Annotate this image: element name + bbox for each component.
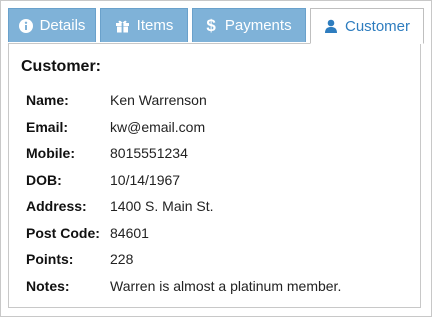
field-row-points: Points: 228	[26, 246, 341, 273]
field-label: Points:	[26, 251, 74, 268]
tab-customer-label: Customer	[344, 17, 411, 35]
field-row-address: Address: 1400 S. Main St.	[26, 193, 341, 220]
tab-bar: Details Items $ Payments Customer	[8, 8, 428, 44]
field-row-notes: Notes: Warren is almost a platinum membe…	[26, 273, 341, 300]
field-value: 228	[110, 251, 134, 268]
customer-panel: Customer: Name: Ken Warrenson Email: kw@…	[8, 43, 421, 308]
field-value: 10/14/1967	[110, 171, 181, 188]
field-label: Email:	[26, 118, 69, 135]
tab-customer[interactable]: Customer	[310, 8, 424, 44]
field-label: Mobile:	[26, 145, 75, 162]
field-value: Warren is almost a platinum member.	[110, 277, 342, 294]
field-row-email: Email: kw@email.com	[26, 114, 341, 141]
window-frame: Details Items $ Payments Customer Custom…	[0, 0, 432, 317]
field-row-dob: DOB: 10/14/1967	[26, 167, 341, 194]
customer-fields: Name: Ken Warrenson Email: kw@email.com …	[26, 87, 341, 299]
tab-items-label: Items	[136, 17, 174, 34]
field-label: Name:	[26, 92, 69, 109]
info-circle-icon	[18, 18, 33, 33]
tab-payments[interactable]: $ Payments	[192, 8, 306, 42]
field-row-post-code: Post Code: 84601	[26, 220, 341, 247]
field-label: DOB:	[26, 171, 62, 188]
field-label: Address:	[26, 198, 87, 215]
dollar-icon: $	[206, 15, 216, 35]
field-row-name: Name: Ken Warrenson	[26, 87, 341, 114]
tab-details[interactable]: Details	[8, 8, 96, 42]
field-label: Notes:	[26, 277, 70, 294]
field-row-mobile: Mobile: 8015551234	[26, 140, 341, 167]
panel-title: Customer:	[21, 58, 102, 75]
user-icon	[324, 19, 338, 33]
tab-items[interactable]: Items	[100, 8, 188, 42]
field-value: Ken Warrenson	[110, 92, 207, 109]
field-value: kw@email.com	[110, 118, 206, 135]
field-value: 8015551234	[110, 145, 188, 162]
tab-details-label: Details	[39, 17, 86, 34]
field-value: 84601	[110, 224, 149, 241]
tab-payments-label: Payments	[224, 17, 292, 34]
field-label: Post Code:	[26, 224, 100, 241]
field-value: 1400 S. Main St.	[110, 198, 214, 215]
gift-icon	[115, 19, 130, 33]
